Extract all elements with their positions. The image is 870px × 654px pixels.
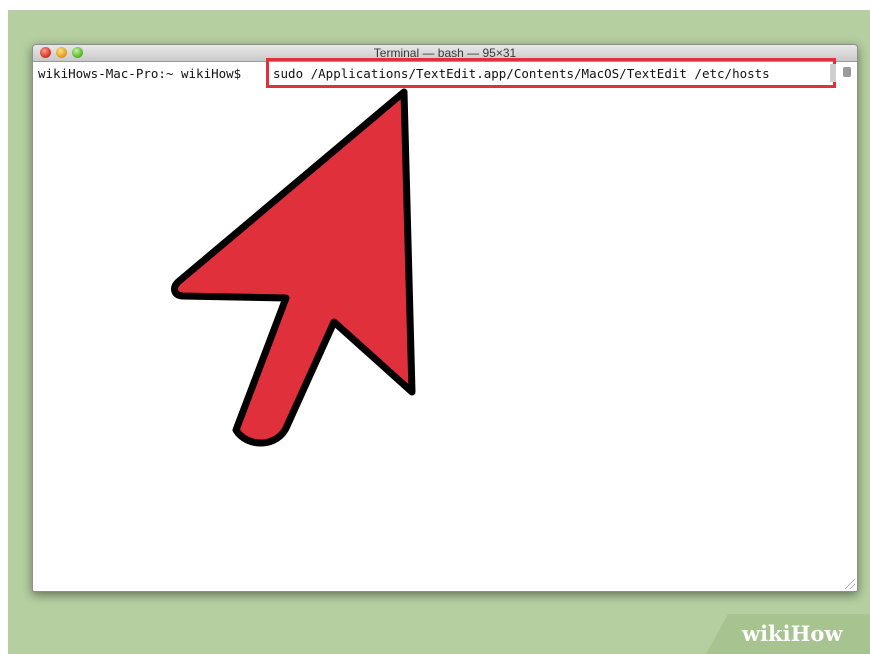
- watermark-wiki: wiki: [742, 621, 791, 646]
- pointer-arrow: [171, 88, 416, 447]
- wikihow-watermark: wikiHow: [742, 622, 843, 646]
- watermark-how: How: [790, 621, 843, 646]
